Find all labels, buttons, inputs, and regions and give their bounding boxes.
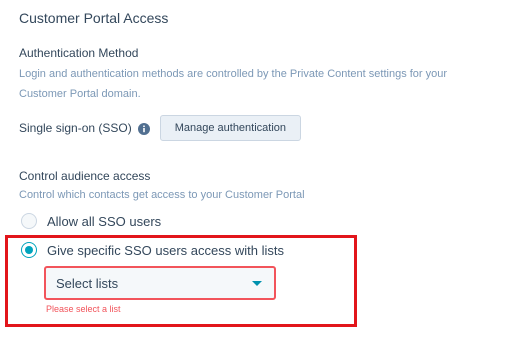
manage-authentication-button[interactable]: Manage authentication <box>159 115 302 141</box>
info-icon[interactable] <box>137 122 150 135</box>
audience-heading: Control audience access <box>19 169 151 183</box>
highlight-annotation-box <box>5 235 357 327</box>
sso-row: Single sign-on (SSO) Manage authenticati… <box>19 114 302 142</box>
radio-label: Allow all SSO users <box>47 213 162 229</box>
authentication-help-text: Login and authentication methods are con… <box>19 68 448 100</box>
radio-button[interactable] <box>21 213 37 229</box>
audience-help-text: Control which contacts get access to you… <box>19 189 305 201</box>
radio-allow-all-sso-users[interactable]: Allow all SSO users <box>21 213 161 229</box>
sso-label: Single sign-on (SSO) <box>19 121 132 135</box>
section-title: Customer Portal Access <box>19 10 169 26</box>
authentication-heading: Authentication Method <box>19 46 139 60</box>
